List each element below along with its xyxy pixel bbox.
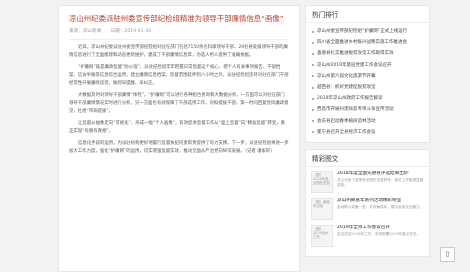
bullet-icon (312, 30, 314, 33)
back-to-top-button[interactable]: ⇧ (440, 247, 455, 262)
article-paragraph: “护廉网”既是廉政监督“防火墙”，派驻纪检组牢牢把握日常监督这个核心，把个人有关… (69, 65, 289, 86)
picture-news-list: （图）2018年度全国先进县 2018年度全国先进县评选结果出炉 凉山州多个县荣… (306, 167, 429, 256)
pic-news-title[interactable]: 2018年度全国先进县评选结果出炉 (337, 171, 424, 177)
article-panel: 凉山州纪委派驻州委宣传部纪检组精准为领导干部廉情信息“画像” 来源：凉山新闻 日… (58, 5, 300, 272)
picture-news-box: 精彩图文 （图）2018年度全国先进县 2018年度全国先进县评选结果出炉 凉山… (305, 149, 430, 258)
article-paragraph: 大数据及时对领导干部廉情“体检”。“护廉网”可以进行各种组合查询和大数据分析，一… (69, 93, 289, 114)
bullet-icon (312, 97, 314, 100)
hot-item[interactable]: 冕宁县召开全县经济工作会议 (312, 127, 423, 138)
pic-news-desc: 凉山州多个县荣获全国先进县称号，相关工作取得显著成效。 (337, 178, 424, 188)
bullet-icon (312, 120, 314, 123)
hot-item[interactable]: 西昌市开展扫黑除恶专项斗争宣传活动 (312, 104, 423, 115)
pic-news-title[interactable]: 2019年全州工作会议召开 (337, 225, 420, 231)
article-date: 日期：2019-01-30 (110, 29, 152, 34)
article-body: 近日，凉山州纪委派驻州委宣传部纪检组对驻在部门包括7150余名科级领导干部、29… (69, 44, 289, 156)
article-paragraph: 让监督从抽象走向“可视化”，形成一幅“个人画像”，有效促进监督工作从“面上监督”… (69, 121, 285, 134)
article-source: 来源：凉山新闻 (69, 29, 102, 34)
pic-news-item[interactable]: （图）2018年度全国先进县 2018年度全国先进县评选结果出炉 凉山州多个县荣… (311, 171, 424, 194)
hot-ranking-box: 热门排行 凉山州委宣传部纪检组“护廉网”正式上线运行 四川省全面推进乡村振兴战略… (305, 5, 430, 144)
hot-ranking-title: 热门排行 (306, 6, 429, 23)
sidebar: 热门排行 凉山州委宣传部纪检组“护廉网”正式上线运行 四川省全面推进乡村振兴战略… (305, 5, 430, 263)
pic-news-title[interactable]: 凉山州彝族年系列活动精彩纷呈 (337, 198, 423, 204)
pic-news-item[interactable]: （图）彝族年活动 凉山州彝族年系列活动精彩纷呈 各地群众欢聚一堂，共庆彝族年，展… (311, 198, 424, 221)
title-divider (69, 39, 289, 40)
pic-news-desc: 各地群众欢聚一堂，共庆彝族年，展示民族文化魅力。 (337, 205, 424, 210)
bullet-icon (312, 109, 314, 112)
hot-ranking-list: 凉山州委宣传部纪检组“护廉网”正式上线运行 四川省全面推进乡村振兴战略实施工作推… (306, 23, 429, 142)
bullet-icon (312, 131, 314, 134)
pic-news-item[interactable]: （图）2019全州工作 2019年全州工作会议召开 会议总结2018年工作，安排… (311, 225, 424, 248)
bullet-icon (312, 53, 314, 55)
hot-item[interactable]: 2019年凉山州政府工作报告解读 (312, 93, 423, 104)
hot-item[interactable]: 喜德县扎实推进脱贫攻坚工作取得实效 (312, 48, 423, 59)
article-meta: 来源：凉山新闻 日期：2019-01-30 (69, 28, 289, 34)
news-thumbnail[interactable]: （图）2018年度全国先进县 (311, 171, 333, 194)
bullet-icon (312, 86, 314, 89)
news-thumbnail[interactable]: （图）彝族年活动 (311, 198, 333, 221)
pic-news-desc: 会议总结2018年工作，安排部署2019年重点任务。 (337, 232, 420, 237)
picture-news-title: 精彩图文 (306, 150, 429, 168)
bullet-icon (312, 41, 314, 44)
hot-item[interactable]: 凉山州2019年基层党建工作会议召开 (312, 60, 423, 71)
article-title: 凉山州纪委派驻州委宣传部纪检组精准为领导干部廉情信息“画像” (69, 14, 284, 23)
hot-item[interactable]: 凉山州委宣传部纪检组“护廉网”正式上线运行 (312, 26, 423, 37)
hot-item[interactable]: 会东县启动春季植树造林活动 (312, 116, 423, 127)
bullet-icon (312, 64, 314, 67)
hot-item[interactable]: 凉山州第六届文化旅游节开幕 (312, 71, 423, 82)
article-paragraph: 信息化手段的运用，为派驻机构更好地履行监督执纪问责职责提供了有力支撑。下一步，派… (69, 141, 289, 154)
arrow-up-icon: ⇧ (444, 250, 451, 259)
article-paragraph: 近日，凉山州纪委派驻州委宣传部纪检组对驻在部门包括7150余名科级领导干部、29… (69, 45, 288, 58)
hot-item[interactable]: 四川省全面推进乡村振兴战略实施工作推进会 (312, 37, 423, 48)
hot-item[interactable]: 越西县：抓好党建促脱贫攻坚 (312, 82, 423, 93)
bullet-icon (312, 75, 314, 78)
news-thumbnail[interactable]: （图）2019全州工作 (311, 225, 333, 248)
